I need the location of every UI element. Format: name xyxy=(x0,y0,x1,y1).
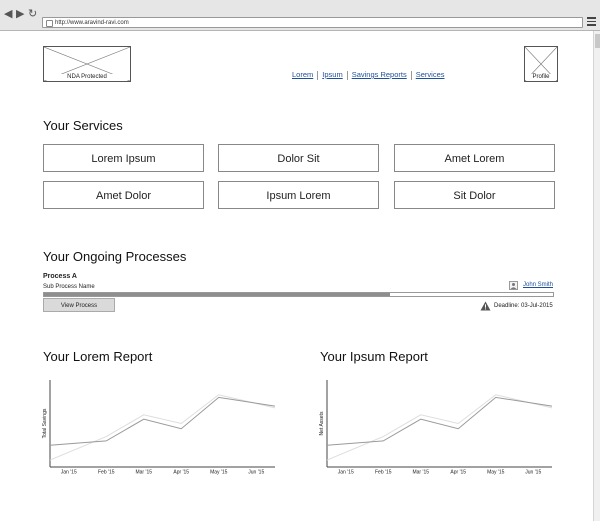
logo-label: NDA Protected xyxy=(44,74,130,80)
x-tick-label: Mar '15 xyxy=(412,470,429,476)
service-button-amet-lorem[interactable]: Amet Lorem xyxy=(394,144,555,172)
browser-toolbar: ◀ ▶ ↻ http://www.aravind-ravi.com xyxy=(0,0,600,31)
x-tick-label: Feb '15 xyxy=(375,470,392,476)
lorem-report-title: Your Lorem Report xyxy=(43,349,153,364)
x-tick-label: Apr '15 xyxy=(173,470,189,476)
reload-icon[interactable]: ↻ xyxy=(28,8,37,20)
series-line xyxy=(326,394,553,461)
page-icon xyxy=(46,20,53,27)
assignee-link[interactable]: John Smith xyxy=(523,282,553,288)
series-line xyxy=(49,394,276,461)
scrollbar[interactable] xyxy=(593,31,600,521)
warning-icon xyxy=(480,301,491,311)
forward-icon[interactable]: ▶ xyxy=(16,8,24,20)
services-title: Your Services xyxy=(43,118,123,133)
progress-fill xyxy=(44,293,391,296)
nav-link-ipsum[interactable]: Ipsum xyxy=(322,70,342,79)
service-button-sit-dolor[interactable]: Sit Dolor xyxy=(394,181,555,209)
service-button-dolor-sit[interactable]: Dolor Sit xyxy=(218,144,379,172)
processes-title: Your Ongoing Processes xyxy=(43,249,187,264)
y-axis-label: Net Assets xyxy=(319,411,325,435)
view-process-button[interactable]: View Process xyxy=(43,298,115,312)
x-tick-label: May '15 xyxy=(487,470,505,476)
sub-process-name: Sub Process Name xyxy=(43,284,95,290)
deadline-text: Deadline: 03-Jul-2015 xyxy=(494,303,553,309)
x-tick-label: Jun '15 xyxy=(525,470,541,476)
ipsum-report-chart: Net Assets Jan '15 Feb '15 Mar '15 Apr '15 Ma… xyxy=(319,380,553,476)
lorem-report-chart: Total Savings Jan '15 Feb '15 Mar '15 Apr '1… xyxy=(42,380,276,476)
nav-link-services[interactable]: Services xyxy=(416,70,445,79)
nav-link-lorem[interactable]: Lorem xyxy=(292,70,313,79)
service-button-amet-dolor[interactable]: Amet Dolor xyxy=(43,181,204,209)
back-icon[interactable]: ◀ xyxy=(4,8,12,20)
service-button-lorem-ipsum[interactable]: Lorem Ipsum xyxy=(43,144,204,172)
logo-placeholder[interactable]: NDA Protected xyxy=(43,46,131,82)
y-axis-label: Total Savings xyxy=(42,408,48,438)
x-tick-label: Jun '15 xyxy=(248,470,264,476)
series-line xyxy=(326,396,553,446)
x-tick-label: Mar '15 xyxy=(135,470,152,476)
user-icon xyxy=(509,281,518,290)
address-bar[interactable]: http://www.aravind-ravi.com xyxy=(42,17,583,28)
profile-label: Profile xyxy=(525,74,557,80)
ipsum-report-title: Your Ipsum Report xyxy=(320,349,428,364)
profile-placeholder[interactable]: Profile xyxy=(524,46,558,82)
nav-link-savings-reports[interactable]: Savings Reports xyxy=(352,70,407,79)
series-line xyxy=(49,396,276,446)
x-tick-label: Apr '15 xyxy=(450,470,466,476)
process-progress-bar xyxy=(43,292,554,297)
service-button-ipsum-lorem[interactable]: Ipsum Lorem xyxy=(218,181,379,209)
x-tick-label: May '15 xyxy=(210,470,228,476)
top-navigation: Lorem Ipsum Savings Reports Services xyxy=(292,70,445,80)
url-text: http://www.aravind-ravi.com xyxy=(55,20,129,26)
x-tick-label: Feb '15 xyxy=(98,470,115,476)
scroll-thumb[interactable] xyxy=(595,34,600,48)
process-name: Process A xyxy=(43,273,77,280)
x-tick-label: Jan '15 xyxy=(338,470,354,476)
x-tick-label: Jan '15 xyxy=(61,470,77,476)
browser-menu-icon[interactable] xyxy=(587,17,596,26)
